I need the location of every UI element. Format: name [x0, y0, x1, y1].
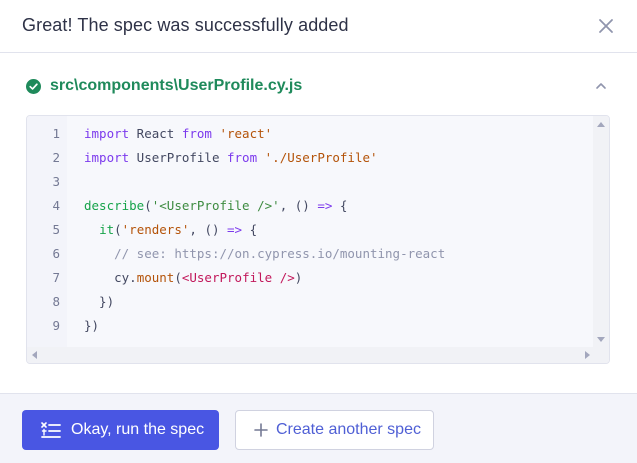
plus-icon — [254, 423, 268, 437]
run-spec-button-label: Okay, run the spec — [71, 421, 205, 438]
line-number: 3 — [52, 174, 60, 189]
code-line: import UserProfile from './UserProfile' — [84, 150, 378, 165]
close-icon[interactable] — [597, 17, 615, 35]
spec-file-path: src\components\UserProfile.cy.js — [50, 77, 303, 94]
line-number: 2 — [52, 150, 60, 165]
scroll-up-icon[interactable] — [597, 122, 605, 127]
code-line: import React from 'react' — [84, 126, 273, 141]
code-line: describe('<UserProfile />', () => { — [84, 198, 348, 213]
line-number: 6 — [52, 246, 60, 261]
code-preview: 1 2 3 4 5 6 7 8 9 import React from 'rea… — [26, 115, 610, 364]
scroll-left-icon[interactable] — [32, 351, 37, 359]
vertical-scrollbar[interactable] — [593, 116, 609, 348]
run-spec-button[interactable]: Okay, run the spec — [22, 410, 219, 450]
line-number: 9 — [52, 318, 60, 333]
code-line: cy.mount(<UserProfile />) — [84, 270, 303, 285]
code-line: // see: https://on.cypress.io/mounting-r… — [114, 246, 446, 261]
run-list-icon — [41, 422, 61, 438]
modal-header: Great! The spec was successfully added — [0, 0, 637, 53]
line-number: 1 — [52, 126, 60, 141]
line-number: 4 — [52, 198, 60, 213]
line-number: 5 — [52, 222, 60, 237]
scrollbar-corner — [593, 347, 609, 363]
check-circle-icon — [26, 79, 41, 94]
chevron-up-icon[interactable] — [594, 80, 608, 92]
line-number-gutter: 1 2 3 4 5 6 7 8 9 — [27, 116, 67, 348]
code-line: }) — [84, 294, 115, 309]
create-another-spec-label: Create another spec — [276, 421, 421, 438]
scroll-down-icon[interactable] — [597, 337, 605, 342]
create-another-spec-button[interactable]: Create another spec — [235, 410, 434, 450]
horizontal-scrollbar[interactable] — [27, 347, 595, 363]
spec-file-row[interactable]: src\components\UserProfile.cy.js — [0, 53, 637, 115]
line-number: 7 — [52, 270, 60, 285]
code-line: it('renders', () => { — [99, 222, 258, 237]
modal-title: Great! The spec was successfully added — [22, 15, 349, 35]
code-line: }) — [84, 318, 100, 333]
modal-footer: Okay, run the spec Create another spec — [0, 393, 637, 463]
scroll-right-icon[interactable] — [585, 351, 590, 359]
line-number: 8 — [52, 294, 60, 309]
